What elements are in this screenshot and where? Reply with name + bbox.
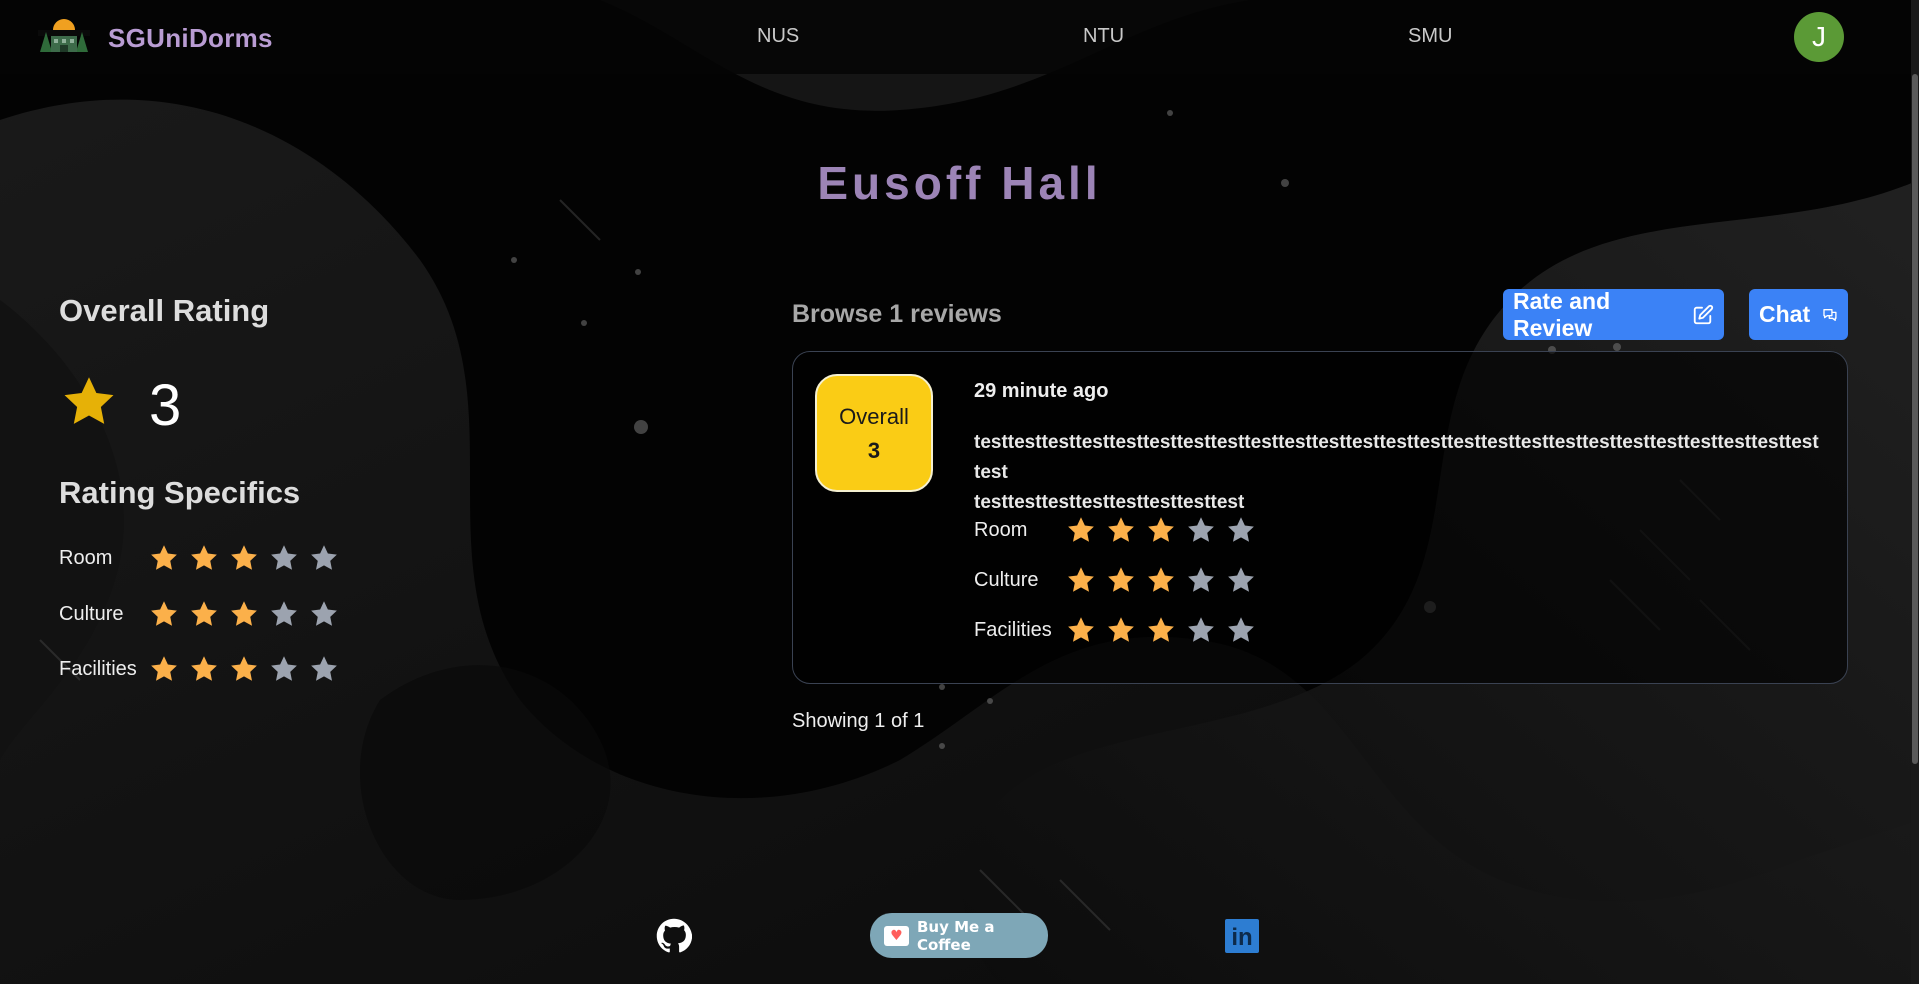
pagination-status: Showing 1 of 1 <box>792 710 925 732</box>
browse-reviews-label: Browse 1 reviews <box>792 300 1002 328</box>
star-filled-icon <box>231 656 257 681</box>
github-icon[interactable] <box>656 918 692 954</box>
overall-rating-label: Overall Rating <box>59 293 270 328</box>
star-empty-icon <box>311 545 337 570</box>
star-rating <box>1066 565 1256 595</box>
star-empty-icon <box>1188 617 1214 642</box>
review-overall-value: 3 <box>867 438 881 463</box>
buy-me-a-coffee-button[interactable]: ♥ Buy Me a Coffee <box>870 913 1048 958</box>
rating-specifics-label: Rating Specifics <box>59 475 301 510</box>
rate-and-review-label: Rate and Review <box>1513 287 1611 341</box>
star-filled-icon <box>1068 567 1094 592</box>
review-rating-facilities: Facilities <box>974 614 1256 646</box>
spec-row-label: Culture <box>59 602 124 625</box>
nav-nus[interactable]: NUS <box>757 25 799 48</box>
logo-icon[interactable] <box>38 16 90 54</box>
star-filled-icon <box>1108 567 1134 592</box>
star-empty-icon <box>311 601 337 626</box>
star-empty-icon <box>1188 567 1214 592</box>
nav-ntu[interactable]: NTU <box>1083 25 1124 48</box>
star-rating <box>149 543 339 573</box>
linkedin-icon[interactable]: in <box>1225 919 1259 953</box>
star-rating <box>1066 615 1256 645</box>
rate-and-review-button[interactable]: Rate and Review <box>1503 287 1724 341</box>
star-filled-icon <box>1068 517 1094 542</box>
star-filled-icon <box>1108 517 1134 542</box>
review-rating-room: Room <box>974 514 1256 546</box>
star-empty-icon <box>1188 517 1214 542</box>
star-filled-icon <box>191 545 217 570</box>
star-filled-icon <box>1148 517 1174 542</box>
star-filled-icon <box>1068 617 1094 642</box>
spec-row-label: Facilities <box>59 657 137 680</box>
star-rating <box>149 599 339 629</box>
scrollbar-thumb[interactable] <box>1912 74 1918 764</box>
star-filled-icon <box>151 601 177 626</box>
spec-row-room: Room <box>59 543 339 573</box>
nav-smu[interactable]: SMU <box>1408 25 1452 48</box>
star-empty-icon <box>1228 617 1254 642</box>
star-rating <box>1066 515 1256 545</box>
review-text: testtesttesttesttesttesttesttesttesttest… <box>974 428 1824 518</box>
star-filled-icon <box>151 545 177 570</box>
star-filled-icon <box>231 545 257 570</box>
main-content: Eusoff Hall Overall Rating 3 Rating Spec… <box>0 0 1911 984</box>
star-empty-icon <box>271 656 297 681</box>
review-rating-label: Room <box>974 518 1028 541</box>
star-empty-icon <box>271 601 297 626</box>
spec-row-label: Room <box>59 546 113 569</box>
star-icon <box>64 377 114 424</box>
review-rating-label: Culture <box>974 568 1039 591</box>
review-overall-label: Overall <box>839 404 909 429</box>
buy-me-a-coffee-label: Buy Me a Coffee <box>916 917 995 954</box>
star-filled-icon <box>191 656 217 681</box>
star-filled-icon <box>231 601 257 626</box>
star-empty-icon <box>1228 517 1254 542</box>
overall-rating-value: 3 <box>149 373 182 438</box>
star-filled-icon <box>151 656 177 681</box>
review-card: Overall 3 29 minute ago testtesttesttest… <box>792 351 1848 684</box>
star-filled-icon <box>1148 567 1174 592</box>
brand-name[interactable]: SGUniDorms <box>108 23 273 54</box>
star-rating <box>149 654 339 684</box>
review-text-line: testtesttesttesttesttesttesttesttesttest… <box>974 432 1819 483</box>
top-nav: SGUniDorms NUS NTU SMU J <box>0 0 1911 74</box>
user-avatar[interactable]: J <box>1794 12 1844 62</box>
star-filled-icon <box>191 601 217 626</box>
chat-button[interactable]: Chat <box>1749 289 1848 340</box>
spec-row-culture: Culture <box>59 599 339 629</box>
star-empty-icon <box>1228 567 1254 592</box>
page: SGUniDorms NUS NTU SMU J Eusoff Hall Ove… <box>0 0 1919 984</box>
star-filled-icon <box>1108 617 1134 642</box>
review-rating-label: Facilities <box>974 618 1052 641</box>
page-title: Eusoff Hall <box>817 157 1102 209</box>
chat-icon <box>1823 308 1837 321</box>
coffee-cup-icon: ♥ <box>884 925 909 946</box>
star-empty-icon <box>311 656 337 681</box>
edit-icon <box>1693 304 1714 324</box>
star-empty-icon <box>271 545 297 570</box>
review-overall-badge: Overall 3 <box>815 374 933 492</box>
review-timestamp: 29 minute ago <box>974 380 1109 402</box>
review-rating-culture: Culture <box>974 564 1256 596</box>
star-filled-icon <box>1148 617 1174 642</box>
chat-label: Chat <box>1759 301 1811 327</box>
spec-row-facilities: Facilities <box>59 654 339 684</box>
